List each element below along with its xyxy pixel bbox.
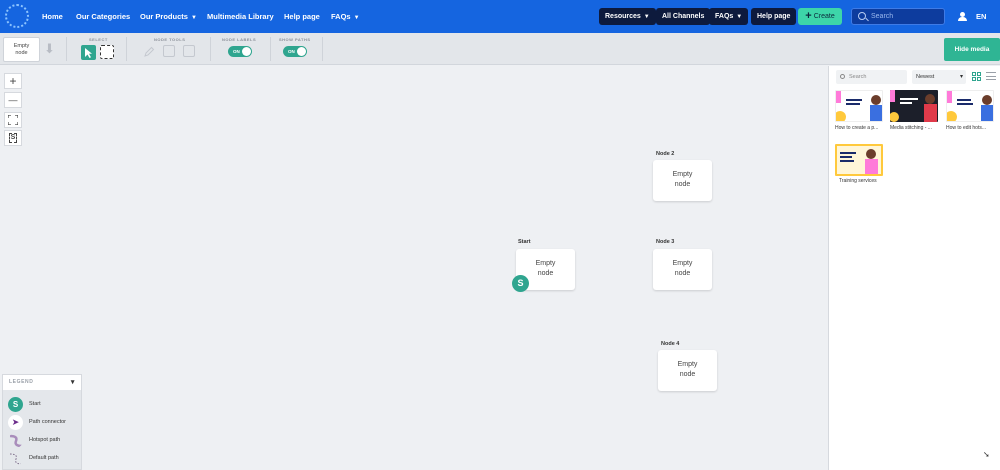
node-labels-group-label: NODE LABELS xyxy=(222,37,257,42)
create-label: Create xyxy=(813,13,835,20)
hide-media-button[interactable]: Hide media xyxy=(944,38,1000,61)
node-label: Node 2 xyxy=(656,151,675,157)
media-sort-value: Newest xyxy=(916,74,935,80)
all-channels-button[interactable]: All Channels xyxy=(656,8,711,25)
node-text: Empty node xyxy=(672,171,693,188)
media-search-placeholder: Search xyxy=(849,74,867,80)
media-title: Training services xyxy=(839,178,877,184)
create-button[interactable]: + Create xyxy=(798,8,842,25)
chevron-down-icon: ▼ xyxy=(643,14,650,20)
media-panel: Search Newest ▾ How to create a p... Medi… xyxy=(828,66,1000,470)
legend-title: LEGEND xyxy=(9,379,34,385)
legend-item-label: Start xyxy=(29,401,41,407)
legend-item-label: Hotspot path xyxy=(29,437,61,443)
start-icon: S xyxy=(8,397,23,412)
delete-icon[interactable] xyxy=(183,45,195,57)
media-title: Media stitching - ... xyxy=(890,125,932,131)
nav-link-multimedia[interactable]: Multimedia Library xyxy=(207,0,274,33)
editor-toolbar: Empty node ⬇ SELECT NODE TOOLS NODE LABEL… xyxy=(0,33,1000,65)
legend-item: Default path xyxy=(8,451,82,467)
legend-item-label: Path connector xyxy=(29,419,66,425)
media-sort-select[interactable]: Newest ▾ xyxy=(912,70,966,84)
help-page-button[interactable]: Help page xyxy=(751,8,797,25)
media-thumbnail[interactable] xyxy=(946,90,994,122)
arrow-down-icon[interactable]: ⬇ xyxy=(44,42,58,56)
faqs-button[interactable]: FAQs ▼ xyxy=(709,8,749,25)
node-tools-group-label: NODE TOOLS xyxy=(154,37,186,42)
empty-node-button[interactable]: Empty node xyxy=(3,37,40,62)
pencil-icon[interactable] xyxy=(143,45,155,57)
media-thumbnail[interactable] xyxy=(835,144,883,176)
legend-item: Hotspot path xyxy=(8,433,82,449)
user-icon[interactable] xyxy=(958,12,967,21)
legend-panel: LEGEND ▾ S Start ➤ Path connector Hotspot… xyxy=(2,374,82,470)
legend-item: ➤ Path connector xyxy=(8,415,82,431)
legend-header[interactable]: LEGEND ▾ xyxy=(3,375,81,390)
copy-icon[interactable] xyxy=(163,45,175,57)
legend-item: S Start xyxy=(8,397,82,413)
node-text: Empty node xyxy=(677,361,698,378)
node-text: Empty node xyxy=(672,260,693,277)
media-search-input[interactable]: Search xyxy=(836,70,907,84)
plus-icon: + xyxy=(805,10,812,22)
show-paths-group-label: SHOW PATHS xyxy=(279,37,311,42)
chevron-down-icon: ▼ xyxy=(190,15,197,21)
search-icon xyxy=(858,12,866,20)
start-badge: S xyxy=(512,275,529,292)
nav-link-faqs-label: FAQs xyxy=(331,12,351,21)
nav-link-home[interactable]: Home xyxy=(42,0,63,33)
fit-screen-button[interactable] xyxy=(4,112,22,128)
select-group-label: SELECT xyxy=(89,37,108,42)
nav-link-products-label: Our Products xyxy=(140,12,188,21)
chevron-down-icon: ▾ xyxy=(70,379,75,386)
resources-label: Resources xyxy=(605,13,641,20)
faqs-label: FAQs xyxy=(715,13,734,20)
language-selector[interactable]: EN xyxy=(976,0,986,33)
node-labels-toggle[interactable]: ON xyxy=(228,46,252,57)
nav-link-categories[interactable]: Our Categories xyxy=(76,0,130,33)
search-input[interactable]: Search xyxy=(851,8,945,25)
node-label: Node 4 xyxy=(661,341,680,347)
media-thumbnail[interactable] xyxy=(890,90,938,122)
nav-link-help[interactable]: Help page xyxy=(284,0,320,33)
cursor-icon xyxy=(85,48,92,58)
start-locate-icon: S xyxy=(8,133,18,143)
node-2[interactable]: Empty node xyxy=(653,160,712,201)
default-path-icon xyxy=(9,453,23,465)
nav-link-products[interactable]: Our Products ▼ xyxy=(140,0,197,33)
media-title: How to create a p... xyxy=(835,125,879,131)
search-placeholder: Search xyxy=(871,13,894,20)
media-title: How to edit hots... xyxy=(946,125,987,131)
node-text: Empty node xyxy=(535,260,556,277)
legend-item-label: Default path xyxy=(29,455,59,461)
media-thumbnail[interactable] xyxy=(835,90,883,122)
chevron-down-icon: ▾ xyxy=(959,74,963,80)
resources-button[interactable]: Resources ▼ xyxy=(599,8,656,25)
top-navigation: Home Our Categories Our Products ▼ Multim… xyxy=(0,0,1000,33)
node-3[interactable]: Empty node xyxy=(653,249,712,290)
grid-view-icon[interactable] xyxy=(972,72,981,81)
cursor-icon: ➘ xyxy=(983,450,990,459)
pointer-select-button[interactable] xyxy=(81,45,96,60)
nav-link-faqs[interactable]: FAQs ▼ xyxy=(331,0,360,33)
node-label: Node 3 xyxy=(656,239,675,245)
fullscreen-icon xyxy=(7,114,19,126)
chevron-down-icon: ▼ xyxy=(353,15,360,21)
list-view-icon[interactable] xyxy=(986,72,996,81)
logo-icon[interactable] xyxy=(5,4,29,28)
node-4[interactable]: Empty node xyxy=(658,350,717,391)
chevron-down-icon: ▼ xyxy=(736,14,743,20)
start-node-locate-button[interactable]: S xyxy=(4,130,22,146)
search-icon xyxy=(840,74,845,79)
zoom-out-button[interactable]: — xyxy=(4,92,22,108)
path-connector-icon: ➤ xyxy=(8,415,23,430)
hotspot-path-icon xyxy=(9,434,23,448)
show-paths-toggle[interactable]: ON xyxy=(283,46,307,57)
zoom-in-button[interactable]: + xyxy=(4,73,22,89)
node-label: Start xyxy=(518,239,531,245)
marquee-select-button[interactable] xyxy=(100,45,114,59)
